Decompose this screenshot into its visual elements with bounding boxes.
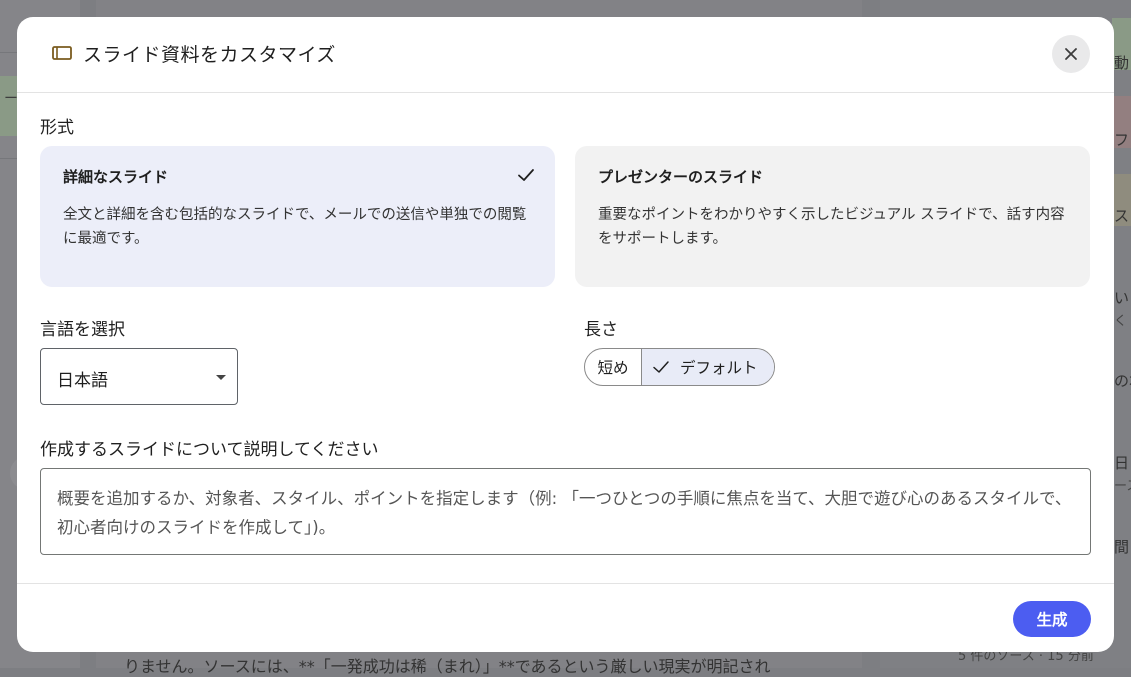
background-right-text: 動: [1114, 54, 1130, 72]
format-card-presenter[interactable]: プレゼンターのスライド 重要なポイントをわかりやすく示したビジュアル スライドで…: [575, 146, 1090, 287]
format-card-title: 詳細なスライド: [63, 168, 169, 186]
description-label: 作成するスライドについて説明してください: [40, 440, 379, 460]
background-right-text: ス: [1114, 207, 1130, 225]
format-card-description: 重要なポイントをわかりやすく示したビジュアル スライドで、話す内容をサポートしま…: [598, 207, 1065, 247]
length-option-label: デフォルト: [680, 359, 758, 377]
background-right-text: 間: [1114, 538, 1130, 556]
language-select[interactable]: 日本語: [40, 348, 238, 405]
background-right-text: の本: [1114, 372, 1131, 390]
background-chat-text: りません。ソースには、**「一発成功は稀（まれ）」**であるという厳しい現実が明…: [124, 657, 771, 676]
language-selected-value: 日本語: [57, 371, 108, 391]
background-right-text: 日: [1114, 454, 1130, 472]
format-card-description: 全文と詳細を含む包括的なスライドで、メールでの送信や単独での閲覧に最適です。: [63, 207, 527, 247]
length-option-short[interactable]: 短め: [585, 349, 642, 385]
background-right-text: ース: [1114, 479, 1131, 494]
slides-icon: [52, 46, 72, 60]
dropdown-arrow-icon: [216, 375, 226, 380]
format-card-detailed[interactable]: 詳細なスライド 全文と詳細を含む包括的なスライドで、メールでの送信や単独での閲覧…: [40, 146, 555, 287]
length-label: 長さ: [584, 320, 618, 340]
background-right-text: く: [1114, 314, 1128, 329]
close-button[interactable]: [1052, 35, 1090, 73]
footer-divider: [17, 583, 1114, 584]
format-card-title: プレゼンターのスライド: [598, 168, 764, 186]
dialog-header: スライド資料をカスタマイズ: [17, 17, 1114, 93]
close-icon: [1065, 48, 1077, 60]
length-toggle-group: 短め デフォルト: [584, 348, 775, 386]
customize-slides-dialog: スライド資料をカスタマイズ 形式 詳細なスライド 全文と詳細を含む包括的なスライ…: [17, 17, 1114, 652]
language-label: 言語を選択: [40, 320, 125, 340]
length-option-default[interactable]: デフォルト: [642, 349, 774, 385]
check-icon: [518, 169, 534, 181]
generate-button[interactable]: 生成: [1013, 601, 1091, 637]
format-label: 形式: [40, 118, 74, 138]
background-right-text: フ: [1114, 131, 1130, 149]
length-option-label: 短め: [597, 359, 629, 377]
check-icon: [653, 361, 669, 373]
background-right-text: いま: [1114, 289, 1131, 307]
description-placeholder: 概要を追加するか、対象者、スタイル、ポイントを指定します（例: 「一つひとつの手…: [57, 489, 1072, 537]
description-input[interactable]: 概要を追加するか、対象者、スタイル、ポイントを指定します（例: 「一つひとつの手…: [40, 468, 1091, 555]
dialog-title: スライド資料をカスタマイズ: [83, 44, 336, 66]
